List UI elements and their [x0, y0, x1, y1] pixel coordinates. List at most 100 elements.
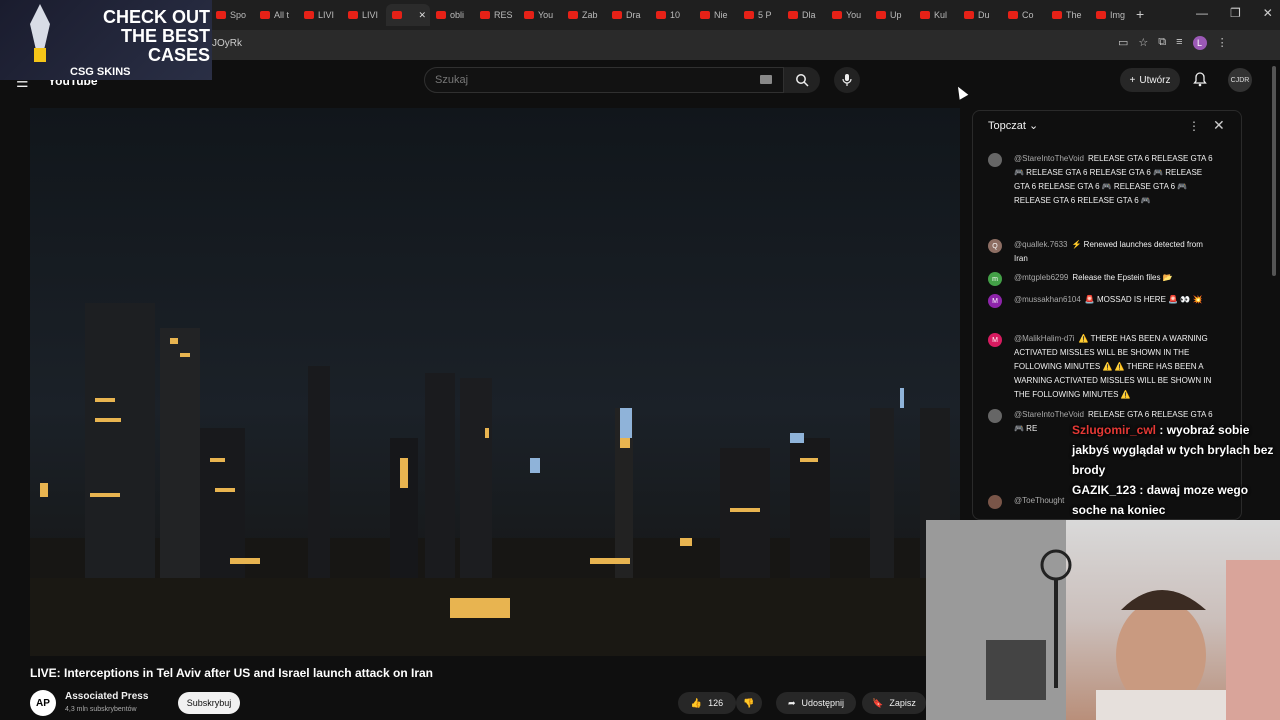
browser-tab[interactable]: RES — [474, 4, 518, 26]
tab-label: Co — [1022, 10, 1034, 20]
chat-author-avatar[interactable]: Q — [988, 239, 1002, 253]
create-button[interactable]: + Utwórz — [1120, 68, 1180, 92]
city-skyline-frame — [30, 303, 960, 656]
browser-tab[interactable]: Kul — [914, 4, 958, 26]
browser-tab[interactable]: Dla — [782, 4, 826, 26]
chat-author-avatar[interactable] — [988, 409, 1002, 423]
search-input[interactable]: Szukaj — [424, 67, 784, 93]
chat-author[interactable]: @mtgpleb6299 — [1014, 273, 1068, 282]
channel-avatar[interactable]: AP — [30, 690, 56, 716]
account-avatar[interactable]: CJDR — [1228, 68, 1252, 92]
browser-tab[interactable]: 10 — [650, 4, 694, 26]
browser-tab[interactable]: Img — [1090, 4, 1134, 26]
window-controls: — ❐ ✕ — [1196, 6, 1273, 20]
chat-author-avatar[interactable] — [988, 153, 1002, 167]
share-button[interactable]: ➦ Udostępnij — [776, 692, 856, 714]
tab-favicon-icon — [612, 11, 622, 19]
tab-favicon-icon — [480, 11, 490, 19]
tab-close-icon[interactable]: ✕ — [418, 10, 426, 21]
browser-tab[interactable]: Nie — [694, 4, 738, 26]
overlay-chat-user: GAZIK_123 — [1072, 483, 1137, 497]
cast-icon[interactable]: ▭ — [1118, 36, 1128, 50]
chat-author-avatar[interactable]: M — [988, 294, 1002, 308]
thumbs-down-icon: 👎 — [743, 697, 755, 708]
chat-close-icon[interactable]: ✕ — [1213, 117, 1225, 134]
bookmark-star-icon[interactable]: ☆ — [1138, 36, 1148, 50]
chat-author-avatar[interactable] — [988, 495, 1002, 509]
tab-favicon-icon — [1052, 11, 1062, 19]
save-button[interactable]: 🔖 Zapisz — [862, 692, 926, 714]
tab-favicon-icon — [392, 11, 402, 19]
browser-tab[interactable]: LIVI — [298, 4, 342, 26]
voice-search-button[interactable] — [834, 67, 860, 93]
notifications-bell-icon[interactable] — [1192, 71, 1208, 92]
tab-label: All t — [274, 10, 290, 20]
url-text[interactable]: JOyRk — [212, 38, 242, 49]
tab-label: Nie — [714, 10, 728, 20]
browser-tab[interactable]: ✕ — [386, 4, 430, 26]
browser-tab[interactable]: The — [1046, 4, 1090, 26]
chat-author[interactable]: @MalikHalim-d7i — [1014, 334, 1075, 343]
tab-label: Du — [978, 10, 990, 20]
search-button[interactable] — [784, 67, 820, 93]
browser-tab[interactable]: 5 P — [738, 4, 782, 26]
browser-tab[interactable]: obli — [430, 4, 474, 26]
chat-author[interactable]: @ToeThought — [1014, 496, 1064, 505]
browser-tab[interactable]: Zab — [562, 4, 606, 26]
tab-label: Dla — [802, 10, 816, 20]
tab-label: LIVI — [318, 10, 335, 20]
dislike-button[interactable]: 👎 — [736, 692, 762, 714]
tab-favicon-icon — [524, 11, 534, 19]
chat-more-options-icon[interactable]: ⋮ — [1188, 119, 1200, 133]
browser-tab[interactable]: All t — [254, 4, 298, 26]
chat-message: @StareIntoTheVoid RELEASE GTA 6 RELEASE G… — [1014, 152, 1214, 208]
channel-name[interactable]: Associated Press — [65, 691, 148, 702]
subscribe-button[interactable]: Subskrybuj — [178, 692, 240, 714]
browser-tab[interactable]: LIVI — [342, 4, 386, 26]
tab-favicon-icon — [876, 11, 886, 19]
stream-overlay-chat: Szlugomir_cwl : wyobraź sobie jakbyś wyg… — [1072, 420, 1278, 520]
overlay-chat-separator: : — [1156, 423, 1167, 437]
chat-text: ⚠️ THERE HAS BEEN A WARNING ACTIVATED MI… — [1014, 334, 1212, 399]
maximize-icon[interactable]: ❐ — [1230, 6, 1241, 20]
chat-author[interactable]: @StareIntoTheVoid — [1014, 154, 1084, 163]
extensions-icon[interactable]: ⧉ — [1158, 36, 1166, 50]
chat-author-avatar[interactable]: m — [988, 272, 1002, 286]
chat-author[interactable]: @mussakhan6104 — [1014, 295, 1081, 304]
chat-message: @mussakhan6104 🚨 MOSSAD IS HERE 🚨 👀 💥 — [1014, 293, 1214, 307]
tab-label: 10 — [670, 10, 681, 20]
profile-avatar[interactable]: L — [1192, 36, 1207, 50]
browser-tabs: Spo All t LIVI LIVI ✕ obli RES You Zab Dra 10 Nie 5 … — [210, 4, 1134, 26]
browser-tab[interactable]: You — [826, 4, 870, 26]
tab-favicon-icon — [436, 11, 446, 19]
new-tab-icon[interactable]: + — [1136, 6, 1144, 22]
browser-menu-icon[interactable]: ⋮ — [1217, 36, 1228, 50]
browser-tab[interactable]: Up — [870, 4, 914, 26]
ad-brand: CSG SKINS — [70, 66, 131, 78]
page-scrollbar[interactable] — [1272, 66, 1276, 276]
tab-favicon-icon — [304, 11, 314, 19]
chat-author[interactable]: @quallek.7633 — [1014, 240, 1068, 249]
browser-tab[interactable]: Co — [1002, 4, 1046, 26]
chat-text: 🚨 MOSSAD IS HERE 🚨 👀 💥 — [1084, 295, 1203, 304]
close-window-icon[interactable]: ✕ — [1263, 6, 1273, 20]
tab-favicon-icon — [964, 11, 974, 19]
chat-author-avatar[interactable]: M — [988, 333, 1002, 347]
tab-label: Zab — [582, 10, 598, 20]
video-title: LIVE: Interceptions in Tel Aviv after US… — [30, 666, 433, 680]
browser-tab[interactable]: Dra — [606, 4, 650, 26]
streamer-webcam — [926, 520, 1280, 720]
like-button[interactable]: 👍 126 — [678, 692, 736, 714]
media-icon[interactable]: ≡ — [1176, 36, 1182, 50]
video-player[interactable] — [30, 108, 960, 656]
browser-tab[interactable]: Du — [958, 4, 1002, 26]
tab-favicon-icon — [832, 11, 842, 19]
chat-mode-dropdown[interactable]: Topczat ⌄ — [988, 119, 1038, 132]
search-icon — [796, 74, 809, 87]
overlay-chat-line: GAZIK_123 : dawaj moze wego soche na kon… — [1072, 480, 1278, 520]
chat-author[interactable]: @StareIntoTheVoid — [1014, 410, 1084, 419]
minimize-icon[interactable]: — — [1196, 6, 1208, 20]
keyboard-icon[interactable] — [760, 75, 772, 84]
browser-tab[interactable]: You — [518, 4, 562, 26]
browser-tab[interactable]: Spo — [210, 4, 254, 26]
